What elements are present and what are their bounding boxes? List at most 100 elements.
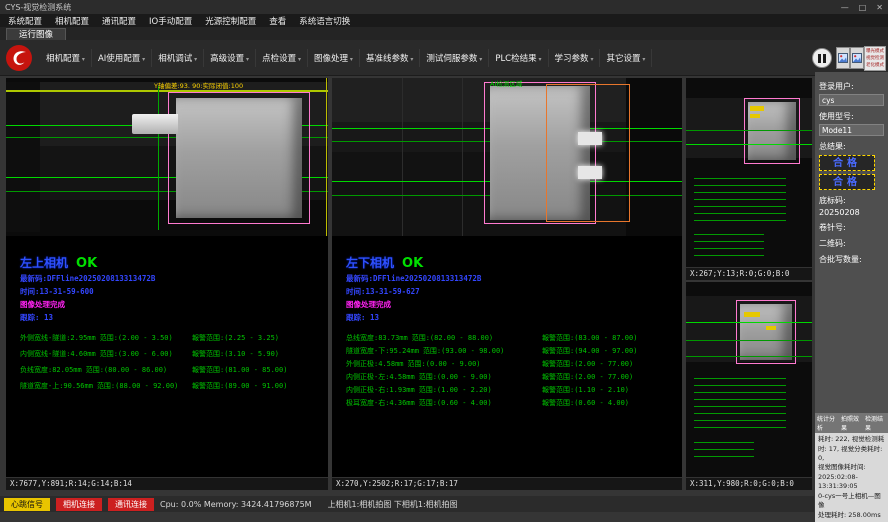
measurement-list: 总线宽度:83.73mm范围:(82.00 - 88.00) 報警范围:(83.…: [346, 333, 637, 408]
camera-panel-upper: Y轴偏差:93. 90:实际闭值:100 左上相机 OK 最新码:DFFline…: [6, 78, 328, 490]
camera-image-lower[interactable]: AI检测区域: [332, 78, 682, 236]
axis-offset-label: Y轴偏差:93. 90:实际闭值:100: [154, 80, 243, 90]
machinery-edge: [402, 78, 403, 236]
pause-button[interactable]: [812, 48, 832, 68]
menu-item-camera-config[interactable]: 相机配置: [55, 15, 89, 27]
measure-line-green: [686, 340, 812, 341]
menu-item-io-manual[interactable]: IO手动配置: [149, 15, 192, 27]
menu-item-light-control[interactable]: 光源控制配置: [205, 15, 256, 27]
stats-tab-result[interactable]: 检测结果: [865, 414, 886, 432]
toolbtn-other-settings[interactable]: 其它设置: [600, 49, 652, 67]
toolbtn-learning-params[interactable]: 学习参数: [549, 49, 601, 67]
measure-name: 负线宽度:82.05mm: [20, 365, 82, 375]
menu-item-view[interactable]: 查看: [269, 15, 286, 27]
model-select[interactable]: Mode11: [819, 124, 884, 136]
mode-status-box: 曝光模式:单 视觉检测:单 老化模式:单: [864, 46, 886, 71]
snapshot-button-upper[interactable]: [836, 47, 850, 69]
connector-part: [132, 114, 178, 134]
measure-alarm: 報警范围:(3.10 - 5.90): [192, 349, 279, 359]
stats-tab-photo[interactable]: 拍照效果: [841, 414, 862, 432]
measure-name: 极耳宽度-右:4.36mm: [346, 398, 415, 408]
tab-run-image[interactable]: 运行图像: [6, 28, 66, 40]
toolbtn-image-processing[interactable]: 图像处理: [308, 49, 360, 67]
pixel-coord-readout-preview-2: X:311,Y:980;R:0;G:0;B:0: [686, 477, 812, 490]
window-controls: — □ ✕: [841, 3, 883, 12]
toolbtn-ai-config[interactable]: AI使用配置: [92, 49, 152, 67]
measure-range: 范围:(0.00 - 9.00): [408, 359, 481, 369]
measure-alarm: 報警范围:(2.25 - 3.25): [192, 333, 279, 343]
measure-range: 范围:(0.00 - 9.00): [419, 372, 492, 382]
menu-item-comm-config[interactable]: 通讯配置: [102, 15, 136, 27]
base-code-value: 20250208: [819, 208, 884, 217]
measure-name: 总线宽度:83.73mm: [346, 333, 408, 343]
measure-alarm: 報警范围:(2.00 - 77.00): [542, 359, 633, 369]
measurement-row: 隧道宽度-下:95.24mm范围:(93.00 - 98.00) 報警范围:(9…: [346, 346, 637, 356]
menubar: 系统配置 相机配置 通讯配置 IO手动配置 光源控制配置 查看 系统语言切换: [0, 14, 888, 27]
tool-button-row: 相机配置 AI使用配置 相机调试 高级设置 点检设置 图像处理 基准线参数 测试…: [40, 49, 652, 67]
measurement-row: 总线宽度:83.73mm范围:(82.00 - 88.00) 報警范围:(83.…: [346, 333, 637, 343]
qr-code-label: 二维码:: [819, 238, 884, 249]
measure-name: 隧道宽度-上:90.56mm: [20, 381, 93, 391]
measurement-row: 极耳宽度-右:4.36mm范围:(0.60 - 4.00) 報警范围:(0.60…: [346, 398, 637, 408]
measurement-row: 内侧宽线-隧道:4.60mm范围:(3.00 - 6.00) 報警范围:(3.1…: [20, 349, 287, 359]
bright-tab: [578, 132, 602, 145]
result-badge-lower: 合格: [819, 174, 875, 190]
toolbtn-advanced-settings[interactable]: 高级设置: [204, 49, 256, 67]
cell-edge-block: [176, 98, 302, 218]
menu-item-system-config[interactable]: 系统配置: [8, 15, 42, 27]
mini-text-lines: [694, 234, 764, 256]
measurement-row: 外侧正极:4.58mm范围:(0.00 - 9.00) 報警范围:(2.00 -…: [346, 359, 637, 369]
measure-alarm: 報警范围:(94.00 - 97.00): [542, 346, 637, 356]
camera-title: 左下相机: [346, 254, 394, 271]
measure-line-green: [686, 144, 812, 145]
login-user-value: cys: [819, 94, 884, 106]
measurement-row: 内侧正极-左:4.58mm范围:(0.00 - 9.00) 報警范围:(2.00…: [346, 372, 637, 382]
tab-strip: 运行图像: [0, 27, 888, 40]
measure-alarm: 報警范围:(89.00 - 91.00): [192, 381, 287, 391]
measure-alarm: 報警范围:(81.00 - 85.00): [192, 365, 287, 375]
toolbtn-plc-results[interactable]: PLC检结果: [489, 49, 548, 67]
measurement-row: 内侧正极-右:1.93mm范围:(1.00 - 2.20) 報警范围:(1.10…: [346, 385, 637, 395]
pin-number-label: 卷针号:: [819, 222, 884, 233]
mode-line-exposure: 曝光模式:单: [866, 48, 884, 55]
app-logo: [5, 44, 33, 72]
measurement-row: 外侧宽线-隧道:2.95mm范围:(2.00 - 3.50) 報警范围:(2.2…: [20, 333, 287, 343]
stats-line: 处理耗时: 258.00ms: [818, 511, 885, 520]
snapshot-button-lower[interactable]: [850, 47, 864, 69]
toolbtn-camera-debug[interactable]: 相机调试: [152, 49, 204, 67]
measure-line-green: [686, 356, 812, 357]
close-button[interactable]: ✕: [876, 3, 883, 12]
model-label: 使用型号:: [819, 111, 884, 122]
track-line: 跟踪: 13: [20, 312, 287, 323]
toolbtn-spot-check[interactable]: 点检设置: [256, 49, 308, 67]
edge-line-yellow: [326, 78, 327, 236]
camera-image-upper[interactable]: Y轴偏差:93. 90:实际闭值:100: [6, 78, 328, 236]
measure-name: 隧道宽度-下:95.24mm: [346, 346, 419, 356]
toolbar: 相机配置 AI使用配置 相机调试 高级设置 点检设置 图像处理 基准线参数 测试…: [0, 40, 888, 76]
menu-item-language-switch[interactable]: 系统语言切换: [299, 15, 350, 27]
measure-alarm: 報警范围:(1.10 - 2.10): [542, 385, 629, 395]
pixel-coord-readout-preview-1: X:267;Y:13;R:0;G:0;B:0: [686, 267, 812, 280]
toolbtn-baseline-params[interactable]: 基准线参数: [360, 49, 420, 67]
stats-line: 0-cys一号上相机—图像: [818, 492, 885, 511]
stats-line: 2025:02:08-13:31:39:05: [818, 473, 885, 492]
stats-tab-analysis[interactable]: 统计分析: [817, 414, 838, 432]
result-ok-badge: OK: [76, 256, 97, 271]
mini-text-lines: [694, 178, 786, 226]
ai-roi-outline-orange: [546, 84, 630, 222]
maximize-button[interactable]: □: [859, 3, 867, 12]
preview-image-1[interactable]: [686, 78, 812, 267]
mini-text-lines: [694, 442, 754, 460]
stats-panel: 统计分析 拍照效果 检测结果 耗时: 222, 视觉检测耗 时: 17, 视觉分…: [815, 413, 888, 522]
pause-icon: [818, 54, 826, 63]
measure-range: 范围:(3.00 - 6.00): [100, 349, 173, 359]
minimize-button[interactable]: —: [841, 3, 849, 12]
toolbtn-camera-config[interactable]: 相机配置: [40, 49, 92, 67]
measure-name: 外侧宽线-隧道:2.95mm: [20, 333, 96, 343]
measure-range: 范围:(80.00 - 86.00): [86, 365, 167, 375]
toolbtn-servo-test-params[interactable]: 测试伺服参数: [420, 49, 489, 67]
process-done-line: 图像处理完成: [346, 299, 637, 310]
pixel-coord-readout-lower: X:270,Y:2502;R:17;G:17;B:17: [332, 477, 682, 490]
cpu-memory-readout: Cpu: 0.0% Memory: 3424.41796875M: [160, 500, 312, 509]
preview-image-2[interactable]: [686, 282, 812, 477]
